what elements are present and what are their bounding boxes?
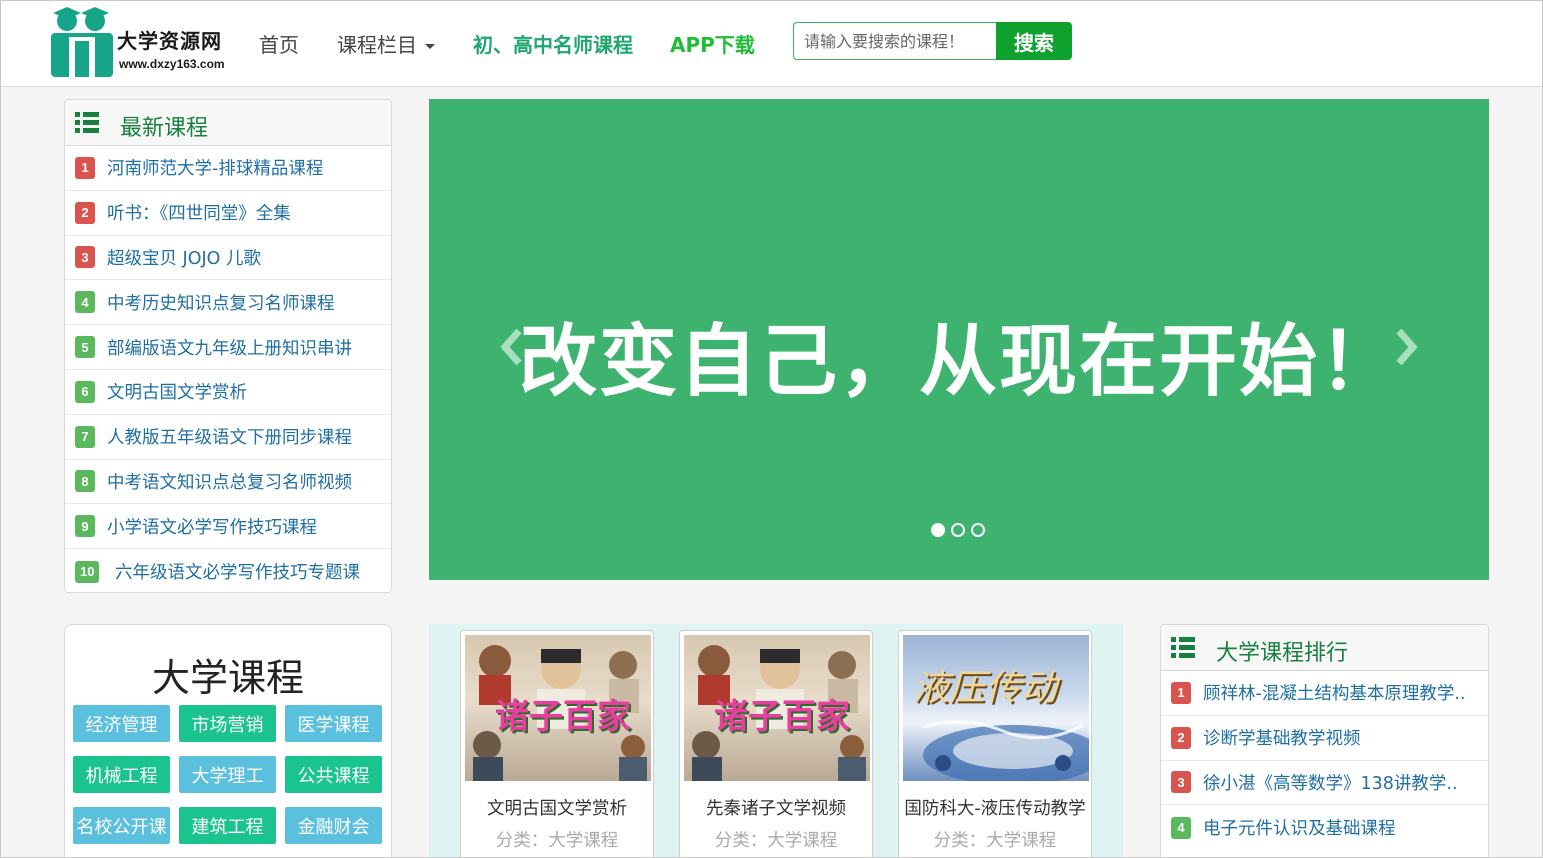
course-link[interactable]: 徐小湛《高等数学》138讲教学.. [1203,770,1458,795]
search-button[interactable]: 搜索 [996,22,1072,60]
chevron-right-icon[interactable] [1391,325,1421,369]
latest-courses-title: 最新课程 [120,116,209,141]
list-item[interactable]: 4 中考历史知识点复习名师课程 [65,280,391,326]
latest-courses-list: 1 河南师范大学-排球精品课程 2 听书：《四世同堂》全集 3 超级宝贝 JOJO 儿… [65,146,391,592]
course-category: 分类：大学课程 [495,831,619,851]
carousel-dot[interactable] [971,523,985,537]
course-link[interactable]: 电子元件认识及基础课程 [1203,815,1396,840]
course-link[interactable]: 六年级语文必学写作技巧专题课 [115,559,360,584]
hero-carousel[interactable]: 改变自己，从现在开始！ [429,99,1489,580]
site-header: 大学资源网 www.dxzy163.com 首页 课程栏目 初、高中名师课程 A… [1,1,1542,87]
category-button[interactable]: 医学课程 [285,705,382,742]
rank-badge: 4 [1171,816,1191,839]
category-panel: 大学课程 经济管理 市场营销 医学课程 机械工程 大学理工 公共课程 名校公开课… [64,624,392,858]
thumbnail-caption: 诸子百家 [714,697,850,737]
nav-course-columns-label: 课程栏目 [337,33,417,57]
category-button[interactable]: 大学理工 [179,756,276,793]
nav-famous-teacher[interactable]: 初、高中名师课程 [473,29,633,58]
course-title[interactable]: 国防科大-液压传动教学 [899,795,1091,820]
course-link[interactable]: 听书：《四世同堂》全集 [107,200,291,225]
thumbnail-caption: 液压传动 [913,668,1058,709]
list-icon [1171,637,1195,659]
list-item[interactable]: 10 六年级语文必学写作技巧专题课 [65,549,391,592]
course-link[interactable]: 部编版语文九年级上册知识串讲 [107,335,352,360]
nav-home[interactable]: 首页 [259,29,299,58]
rank-badge: 1 [75,156,95,179]
category-button[interactable]: 金融财会 [285,807,382,844]
course-link[interactable]: 中考历史知识点复习名师课程 [107,290,335,315]
category-button[interactable]: 经济管理 [73,705,170,742]
course-thumbnail[interactable]: 液压传动 [903,635,1089,781]
carousel-dot[interactable] [931,523,945,537]
rank-badge: 9 [75,515,95,538]
list-item[interactable]: 1 河南师范大学-排球精品课程 [65,146,391,191]
caret-down-icon [425,44,435,49]
list-item[interactable]: 5 部编版语文九年级上册知识串讲 [65,325,391,370]
category-button[interactable]: 建筑工程 [179,807,276,844]
university-ranking-title: 大学课程排行 [1216,641,1349,666]
list-item[interactable]: 3 徐小湛《高等数学》138讲教学.. [1161,761,1488,806]
rank-badge: 6 [75,380,95,403]
list-item[interactable]: 9 小学语文必学写作技巧课程 [65,504,391,550]
course-card[interactable]: 诸子百家 先秦诸子文学视频 分类：大学课程 [679,630,873,858]
banner-slogan: 改变自己，从现在开始！ [518,317,1399,407]
list-icon [75,112,99,134]
course-link[interactable]: 文明古国文学赏析 [107,379,247,404]
rank-badge: 1 [1171,681,1191,704]
list-item[interactable]: 1 顾祥林-混凝土结构基本原理教学.. [1161,671,1488,716]
nav-app-download[interactable]: APP下载 [670,29,755,58]
course-category: 分类：大学课程 [714,831,838,851]
course-grid: 诸子百家 文明古国文学赏析 分类：大学课程 诸子百家 先秦诸子文学视频 分类：大… [429,624,1123,858]
carousel-indicators [931,523,985,537]
category-button[interactable]: 名校公开课 [73,807,170,844]
latest-courses-panel: 最新课程 1 河南师范大学-排球精品课程 2 听书：《四世同堂》全集 3 超级宝贝 J… [64,99,392,593]
list-item[interactable]: 6 文明古国文学赏析 [65,370,391,415]
rank-badge: 2 [1171,726,1191,749]
nav-course-columns[interactable]: 课程栏目 [337,29,435,58]
rank-badge: 10 [75,560,100,583]
logo-text: 大学资源网 [117,29,222,53]
list-item[interactable]: 2 听书：《四世同堂》全集 [65,191,391,236]
course-title[interactable]: 先秦诸子文学视频 [680,795,872,820]
logo-url: www.dxzy163.com [119,57,225,71]
course-card[interactable]: 液压传动 国防科大-液压传动教学 分类：大学课程 [898,630,1092,858]
latest-courses-header: 最新课程 [65,100,391,146]
site-logo[interactable]: 大学资源网 www.dxzy163.com [47,7,247,81]
category-button[interactable]: 市场营销 [179,705,276,742]
course-category: 分类：大学课程 [933,831,1057,851]
course-link[interactable]: 小学语文必学写作技巧课程 [107,514,317,539]
course-link[interactable]: 诊断学基础教学视频 [1203,725,1361,750]
logo-figure-icon [51,7,113,81]
course-link[interactable]: 河南师范大学-排球精品课程 [107,155,323,180]
list-item[interactable]: 2 诊断学基础教学视频 [1161,716,1488,761]
course-thumbnail[interactable]: 诸子百家 [684,635,870,781]
rank-badge: 8 [75,470,95,493]
course-title[interactable]: 文明古国文学赏析 [461,795,653,820]
category-button[interactable]: 公共课程 [285,756,382,793]
university-ranking-list: 1 顾祥林-混凝土结构基本原理教学.. 2 诊断学基础教学视频 3 徐小湛《高等数学》… [1161,671,1488,850]
thumbnail-caption: 诸子百家 [495,697,631,737]
rank-badge: 4 [75,291,95,314]
course-link[interactable]: 中考语文知识点总复习名师视频 [107,469,352,494]
university-ranking-header: 大学课程排行 [1161,625,1488,671]
category-title: 大学课程 [151,656,304,700]
course-link[interactable]: 超级宝贝 JOJO 儿歌 [107,245,261,270]
rank-badge: 2 [75,201,95,224]
rank-badge: 7 [75,425,95,448]
course-thumbnail[interactable]: 诸子百家 [465,635,651,781]
list-item[interactable]: 8 中考语文知识点总复习名师视频 [65,460,391,505]
carousel-dot[interactable] [951,523,965,537]
list-item[interactable]: 3 超级宝贝 JOJO 儿歌 [65,236,391,281]
course-link[interactable]: 人教版五年级语文下册同步课程 [107,424,352,449]
course-card[interactable]: 诸子百家 文明古国文学赏析 分类：大学课程 [460,630,654,858]
list-item[interactable]: 4 电子元件认识及基础课程 [1161,805,1488,850]
category-button[interactable]: 机械工程 [73,756,170,793]
list-item[interactable]: 7 人教版五年级语文下册同步课程 [65,415,391,460]
university-ranking-panel: 大学课程排行 1 顾祥林-混凝土结构基本原理教学.. 2 诊断学基础教学视频 3 徐小… [1160,624,1489,858]
rank-badge: 3 [75,246,95,269]
course-link[interactable]: 顾祥林-混凝土结构基本原理教学.. [1203,680,1465,705]
rank-badge: 5 [75,336,95,359]
search-input[interactable] [793,22,997,60]
rank-badge: 3 [1171,771,1191,794]
